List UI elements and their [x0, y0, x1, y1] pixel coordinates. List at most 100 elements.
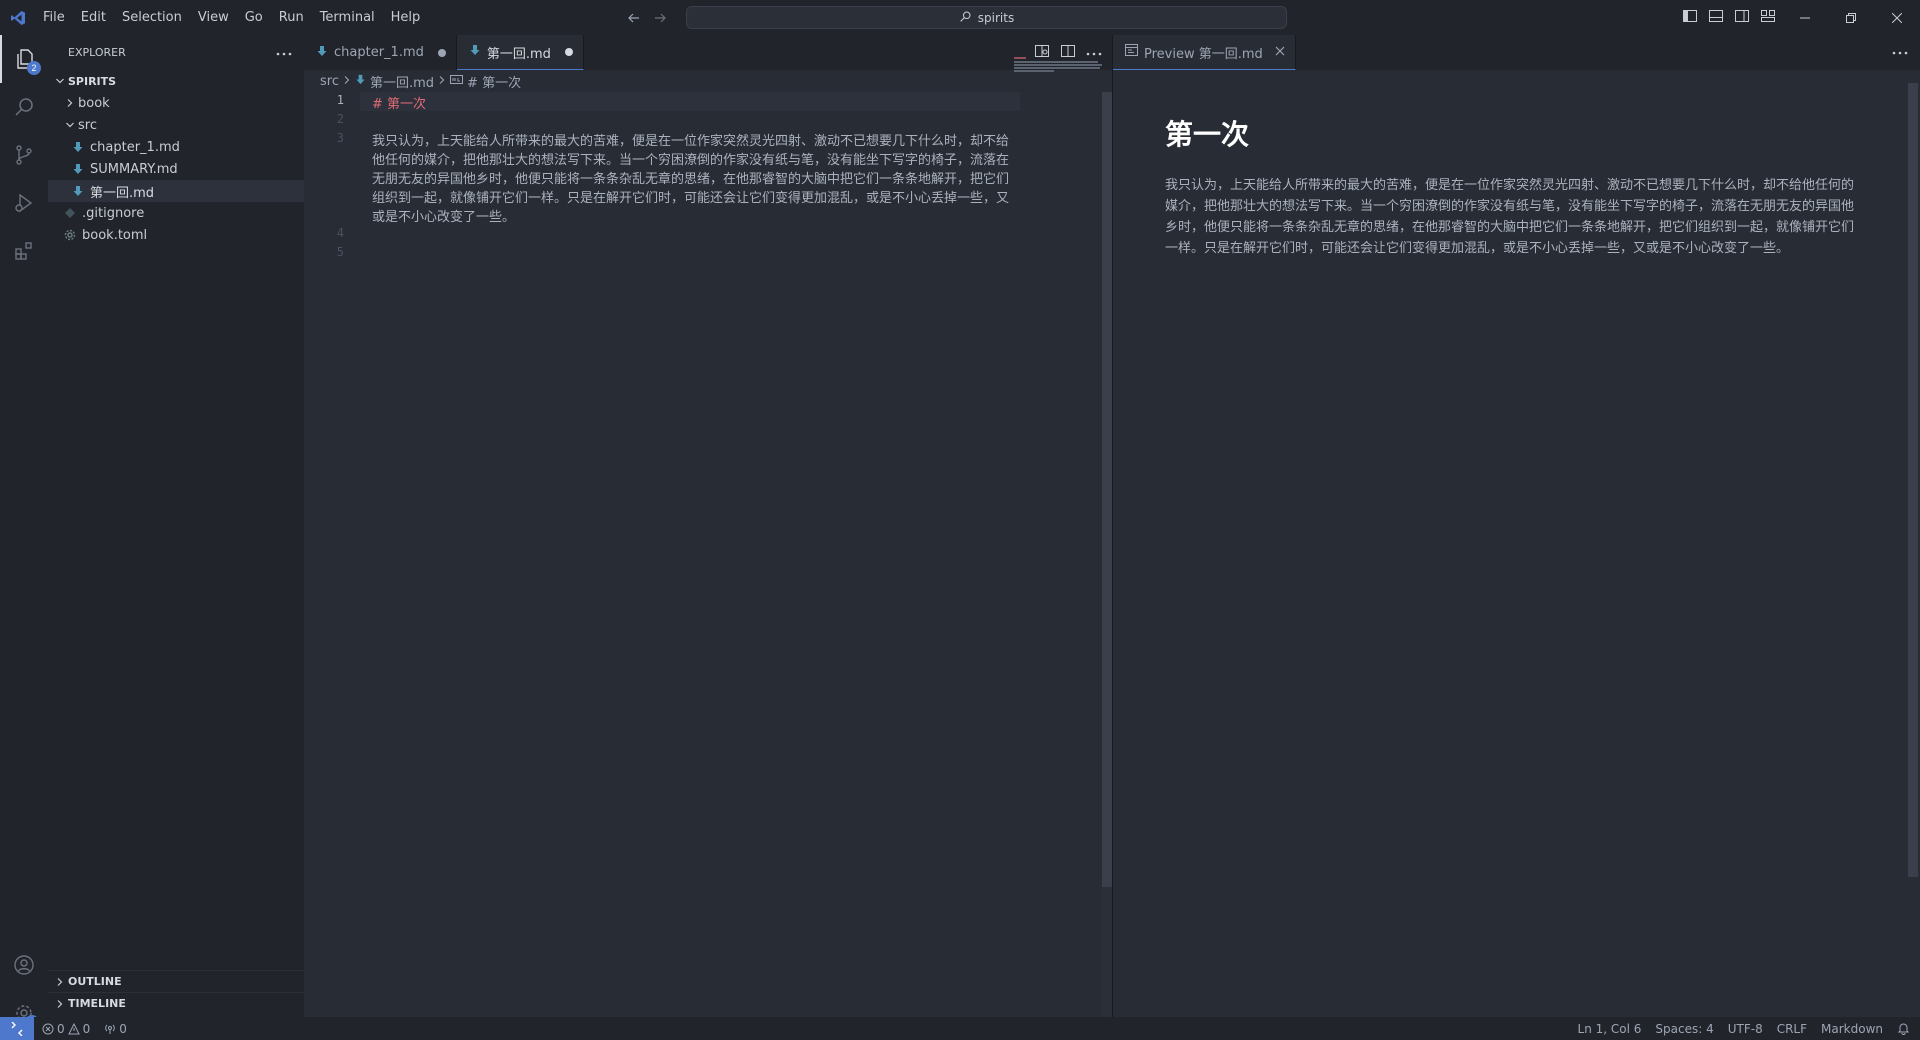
line-number: 3 [336, 131, 344, 145]
remote-indicator[interactable] [0, 1017, 34, 1040]
menu-file[interactable]: File [35, 0, 73, 35]
run-debug-activity[interactable] [0, 179, 48, 227]
file-label: chapter_1.md [90, 139, 180, 155]
extensions-activity[interactable] [0, 227, 48, 275]
menu-bar: File Edit Selection View Go Run Terminal… [35, 0, 428, 35]
explorer-activity[interactable]: 2 [0, 35, 48, 83]
file-label: 第一回.md [90, 185, 155, 201]
close-icon[interactable] [1275, 45, 1285, 60]
breadcrumb-file[interactable]: 第一回.md [370, 72, 434, 91]
markdown-preview: 第一次 我只认为，上天能给人所带来的最大的苦难，便是在一位作家突然灵光四射、激动… [1165, 113, 1855, 259]
encoding[interactable]: UTF-8 [1721, 1017, 1770, 1040]
end-of-line[interactable]: CRLF [1770, 1017, 1814, 1040]
scrollbar-thumb[interactable] [1908, 83, 1918, 877]
tree-file-chapter-1[interactable]: chapter_1.md [48, 136, 304, 158]
file-label: book.toml [82, 227, 148, 243]
error-count: 0 [57, 1021, 65, 1036]
unsaved-dot-icon[interactable] [564, 48, 573, 56]
explorer-header: EXPLORER [48, 35, 304, 70]
close-window-button[interactable] [1874, 0, 1920, 35]
layout-controls [1682, 0, 1776, 35]
tab-diyihui[interactable]: 第一回.md [456, 35, 584, 70]
customize-layout-icon[interactable] [1760, 8, 1776, 28]
workspace-root[interactable]: SPIRITS [48, 70, 304, 92]
tree-file-diyihui[interactable]: 第一回.md [48, 180, 304, 202]
source-control-activity[interactable] [0, 131, 48, 179]
outline-section[interactable]: OUTLINE [48, 970, 304, 992]
tree-folder-src[interactable]: src [48, 114, 304, 136]
explorer-sidebar: EXPLORER SPIRITS book src chapter_1.md S… [48, 35, 304, 1017]
breadcrumb-folder[interactable]: src [320, 74, 339, 89]
line-number: 1 [336, 93, 344, 107]
menu-help[interactable]: Help [383, 0, 429, 35]
editor-scrollbar[interactable] [1102, 92, 1112, 1017]
problems-indicator[interactable]: 0 0 [34, 1017, 97, 1040]
tree-folder-book[interactable]: book [48, 92, 304, 114]
menu-run[interactable]: Run [271, 0, 312, 35]
forward-arrow-icon[interactable] [652, 10, 668, 26]
tree-file-gitignore[interactable]: .gitignore [48, 202, 304, 224]
menu-edit[interactable]: Edit [73, 0, 114, 35]
search-icon [15, 98, 33, 116]
search-activity[interactable] [0, 83, 48, 131]
code-editor[interactable]: 1 2 3 4 5 # 第一次 我只认为，上天能给人所带来的最大的苦难，便是在一… [304, 92, 1112, 1017]
sidebar-panels: OUTLINE TIMELINE [48, 970, 304, 1014]
more-actions-icon[interactable] [276, 46, 292, 59]
preview-scrollbar[interactable] [1906, 83, 1920, 1017]
menu-terminal[interactable]: Terminal [312, 0, 383, 35]
language-mode[interactable]: Markdown [1814, 1017, 1890, 1040]
outline-label: OUTLINE [68, 975, 122, 988]
chevron-right-icon [52, 974, 68, 990]
accounts-activity[interactable] [0, 941, 48, 989]
bell-icon [1897, 1023, 1910, 1035]
navigation-arrows [626, 0, 668, 35]
tab-chapter-1[interactable]: chapter_1.md [304, 35, 457, 70]
explorer-title: EXPLORER [68, 46, 126, 59]
editor-tabs: chapter_1.md 第一回.md [304, 35, 1112, 70]
menu-go[interactable]: Go [237, 0, 271, 35]
account-icon [14, 955, 34, 975]
timeline-section[interactable]: TIMELINE [48, 992, 304, 1014]
symbol-string-icon [450, 74, 464, 89]
chevron-right-icon [343, 74, 351, 89]
restore-button[interactable] [1828, 0, 1874, 35]
code-paragraph: 我只认为，上天能给人所带来的最大的苦难，便是在一位作家突然灵光四射、激动不已想要… [372, 134, 1010, 225]
toggle-panel-icon[interactable] [1708, 8, 1724, 28]
title-bar: File Edit Selection View Go Run Terminal… [0, 0, 1920, 35]
ports-count: 0 [119, 1021, 127, 1036]
tree-file-book-toml[interactable]: book.toml [48, 224, 304, 246]
folder-label: book [78, 95, 110, 111]
back-arrow-icon[interactable] [626, 10, 642, 26]
minimize-button[interactable] [1782, 0, 1828, 35]
command-center-search[interactable]: spirits [686, 6, 1287, 29]
toggle-secondary-sidebar-icon[interactable] [1734, 8, 1750, 28]
cursor-position[interactable]: Ln 1, Col 6 [1571, 1017, 1649, 1040]
breadcrumb: src 第一回.md # 第一次 [304, 70, 1112, 92]
tab-label: chapter_1.md [334, 45, 424, 60]
more-actions-icon[interactable] [1892, 35, 1908, 70]
toggle-primary-sidebar-icon[interactable] [1682, 8, 1698, 28]
minimap[interactable] [1014, 57, 1106, 77]
tab-preview[interactable]: Preview 第一回.md [1113, 35, 1296, 70]
search-icon [959, 10, 972, 26]
menu-selection[interactable]: Selection [114, 0, 190, 35]
markdown-file-icon [469, 44, 481, 60]
remote-icon [11, 1021, 23, 1036]
workspace-root-label: SPIRITS [68, 74, 117, 88]
tree-file-summary[interactable]: SUMMARY.md [48, 158, 304, 180]
breadcrumb-symbol[interactable]: # 第一次 [467, 72, 521, 91]
chevron-right-icon [52, 996, 68, 1012]
notifications-bell[interactable] [1890, 1017, 1920, 1040]
editor-group-source: chapter_1.md 第一回.md src 第一回.md # 第一次 1 2… [304, 35, 1112, 1017]
unsaved-dot-icon[interactable] [437, 48, 446, 57]
line-number: 5 [336, 245, 344, 259]
scrollbar-thumb[interactable] [1102, 92, 1112, 887]
line-number: 2 [336, 112, 344, 126]
menu-view[interactable]: View [190, 0, 237, 35]
current-line-highlight [360, 92, 1020, 111]
markdown-file-icon [70, 161, 86, 177]
status-right: Ln 1, Col 6 Spaces: 4 UTF-8 CRLF Markdow… [1571, 1017, 1920, 1040]
indentation[interactable]: Spaces: 4 [1648, 1017, 1720, 1040]
activity-bar: 2 1 [0, 35, 48, 1029]
ports-indicator[interactable]: 0 [97, 1017, 134, 1040]
